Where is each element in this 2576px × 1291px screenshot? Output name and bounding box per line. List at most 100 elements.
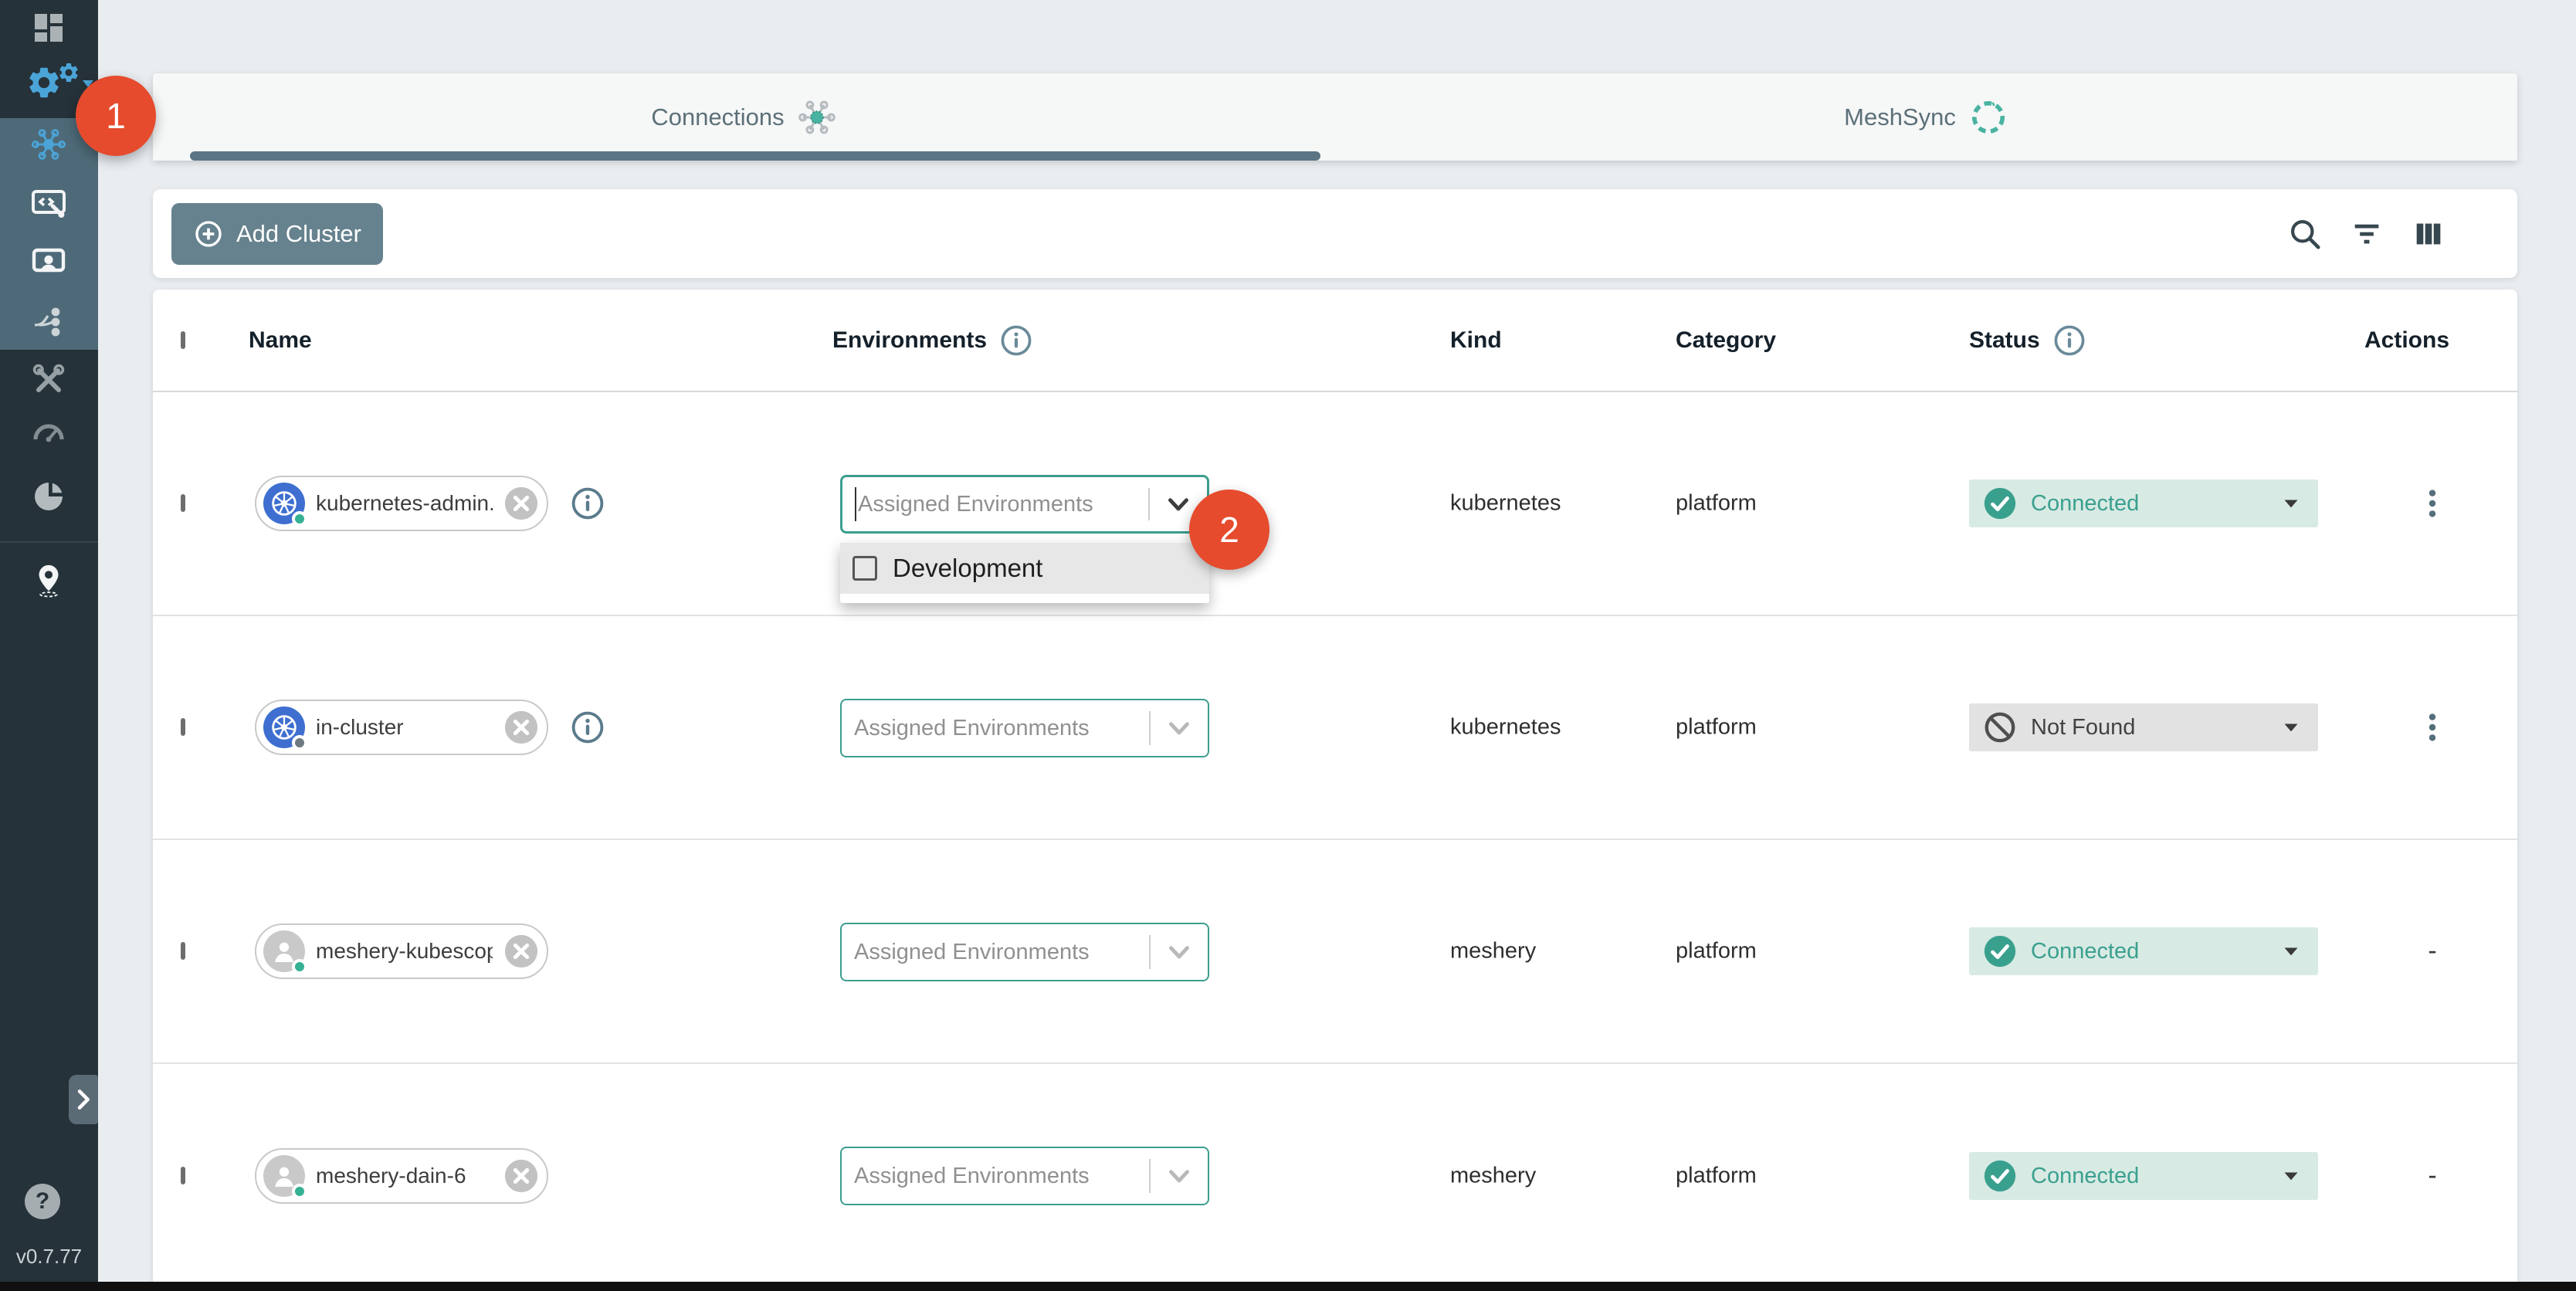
row-checkbox[interactable] xyxy=(181,942,185,960)
row-actions-menu-icon[interactable] xyxy=(2415,486,2450,521)
column-header-kind: Kind xyxy=(1450,327,1502,354)
select-divider xyxy=(1149,1159,1151,1193)
row-actions-empty: - xyxy=(2398,1161,2466,1191)
connection-name-chip[interactable]: meshery-dain-6 xyxy=(255,1148,548,1204)
crossed-wrenches-icon[interactable] xyxy=(30,361,67,398)
tab-meshsync[interactable]: MeshSync xyxy=(1335,73,2517,161)
assigned-environments-placeholder: Assigned Environments xyxy=(854,716,1090,741)
kind-cell: kubernetes xyxy=(1450,491,1561,517)
row-checkbox[interactable] xyxy=(181,1167,185,1184)
connection-info-icon[interactable] xyxy=(570,486,605,521)
connection-name-label: in-cluster xyxy=(316,715,493,740)
connection-name-chip[interactable]: meshery-kubescop... xyxy=(255,923,548,979)
add-cluster-button[interactable]: Add Cluster xyxy=(171,203,383,265)
dashboard-icon[interactable] xyxy=(30,9,67,46)
annotation-step-1-badge: 1 xyxy=(76,76,156,156)
code-window-icon[interactable] xyxy=(30,185,67,222)
check-circle-icon xyxy=(1983,1159,2017,1193)
tab-connections[interactable]: Connections xyxy=(153,73,1335,161)
mesh-connections-icon[interactable] xyxy=(30,126,67,163)
help-button[interactable]: ? xyxy=(25,1184,60,1219)
kubernetes-icon xyxy=(263,483,305,524)
connection-name-chip[interactable]: kubernetes-admin... xyxy=(255,476,548,531)
select-divider xyxy=(1148,488,1150,520)
row-checkbox[interactable] xyxy=(181,494,185,512)
kind-cell: meshery xyxy=(1450,1164,1536,1189)
view-columns-icon[interactable] xyxy=(2411,216,2446,252)
meshery-app: ? v0.7.77 1 2 Connections MeshSync Add C… xyxy=(0,0,2576,1291)
assigned-environments-select[interactable]: Assigned Environments xyxy=(840,699,1209,757)
filter-icon[interactable] xyxy=(2349,216,2384,252)
status-dropdown[interactable]: Connected xyxy=(1969,927,2318,975)
assigned-environments-select[interactable]: Assigned Environments xyxy=(840,1147,1209,1205)
column-header-name: Name xyxy=(249,327,312,354)
assigned-environments-select[interactable]: Assigned Environments xyxy=(840,475,1209,534)
status-dropdown[interactable]: Not Found xyxy=(1969,703,2318,751)
gauge-icon[interactable] xyxy=(30,415,67,452)
kind-cell: meshery xyxy=(1450,939,1536,964)
caret-down-icon xyxy=(2278,938,2304,964)
status-label: Connected xyxy=(2031,491,2139,517)
connection-name-chip[interactable]: in-cluster xyxy=(255,700,548,755)
category-cell: platform xyxy=(1676,491,1757,517)
tab-connections-label: Connections xyxy=(651,103,784,131)
check-circle-icon xyxy=(1983,486,2017,520)
tab-meshsync-label: MeshSync xyxy=(1844,103,1956,131)
assigned-environments-placeholder: Assigned Environments xyxy=(854,940,1090,965)
environments-info-icon[interactable] xyxy=(999,324,1033,357)
slash-circle-icon xyxy=(1983,710,2017,744)
health-dot-gray xyxy=(292,735,307,751)
avatar-person-icon xyxy=(263,1155,305,1197)
select-all-checkbox[interactable] xyxy=(181,331,185,349)
row-actions-menu-icon[interactable] xyxy=(2415,710,2450,745)
health-dot-green xyxy=(292,511,307,527)
row-checkbox[interactable] xyxy=(181,718,185,736)
column-header-status: Status xyxy=(1969,324,2086,357)
chevron-down-icon[interactable] xyxy=(1163,936,1195,968)
connection-info-icon[interactable] xyxy=(570,710,605,745)
patterns-pie-icon[interactable] xyxy=(30,478,67,515)
column-header-environments: Environments xyxy=(832,324,1033,357)
sidebar-expand-button[interactable] xyxy=(69,1075,98,1124)
status-dropdown[interactable]: Connected xyxy=(1969,1152,2318,1200)
connections-table: Name Environments Kind Category Status A… xyxy=(153,290,2517,1283)
sidebar-divider xyxy=(0,541,98,543)
check-circle-icon xyxy=(1983,934,2017,968)
tab-bar: Connections MeshSync xyxy=(153,73,2517,161)
environment-option-checkbox[interactable] xyxy=(852,556,877,581)
assigned-environments-placeholder: Assigned Environments xyxy=(858,492,1093,517)
table-row: in-cluster Assigned Environments kuberne… xyxy=(153,616,2517,840)
connection-name-label: meshery-kubescop... xyxy=(316,939,493,964)
connection-name-label: kubernetes-admin... xyxy=(316,491,493,516)
table-header-row: Name Environments Kind Category Status A… xyxy=(153,290,2517,392)
category-cell: platform xyxy=(1676,715,1757,740)
health-dot-green xyxy=(292,959,307,974)
status-dropdown[interactable]: Connected xyxy=(1969,479,2318,527)
chip-delete-icon[interactable] xyxy=(503,934,539,969)
sidebar: ? v0.7.77 xyxy=(0,0,98,1291)
connections-mesh-icon xyxy=(797,97,837,137)
status-info-icon[interactable] xyxy=(2052,324,2086,357)
chip-delete-icon[interactable] xyxy=(503,486,539,521)
meshsync-ring-icon xyxy=(1968,97,2008,137)
search-icon[interactable] xyxy=(2287,216,2323,252)
chip-delete-icon[interactable] xyxy=(503,710,539,745)
status-label: Connected xyxy=(2031,939,2139,964)
caret-down-icon xyxy=(2278,490,2304,517)
plus-circle-icon xyxy=(193,219,224,249)
chevron-down-icon[interactable] xyxy=(1163,1160,1195,1192)
chevron-right-icon xyxy=(70,1086,97,1113)
environment-option-development[interactable]: Development xyxy=(840,543,1209,594)
chevron-down-icon[interactable] xyxy=(1162,488,1195,520)
chevron-down-icon[interactable] xyxy=(1163,712,1195,744)
text-cursor xyxy=(855,487,856,521)
row-actions-empty: - xyxy=(2398,937,2466,967)
assigned-environments-placeholder: Assigned Environments xyxy=(854,1164,1090,1189)
help-label: ? xyxy=(36,1188,49,1215)
location-pin-icon[interactable] xyxy=(31,563,66,598)
flow-branch-icon[interactable] xyxy=(30,303,67,341)
environment-option-label: Development xyxy=(893,554,1042,583)
user-screen-icon[interactable] xyxy=(30,244,67,281)
chip-delete-icon[interactable] xyxy=(503,1158,539,1194)
assigned-environments-select[interactable]: Assigned Environments xyxy=(840,923,1209,981)
